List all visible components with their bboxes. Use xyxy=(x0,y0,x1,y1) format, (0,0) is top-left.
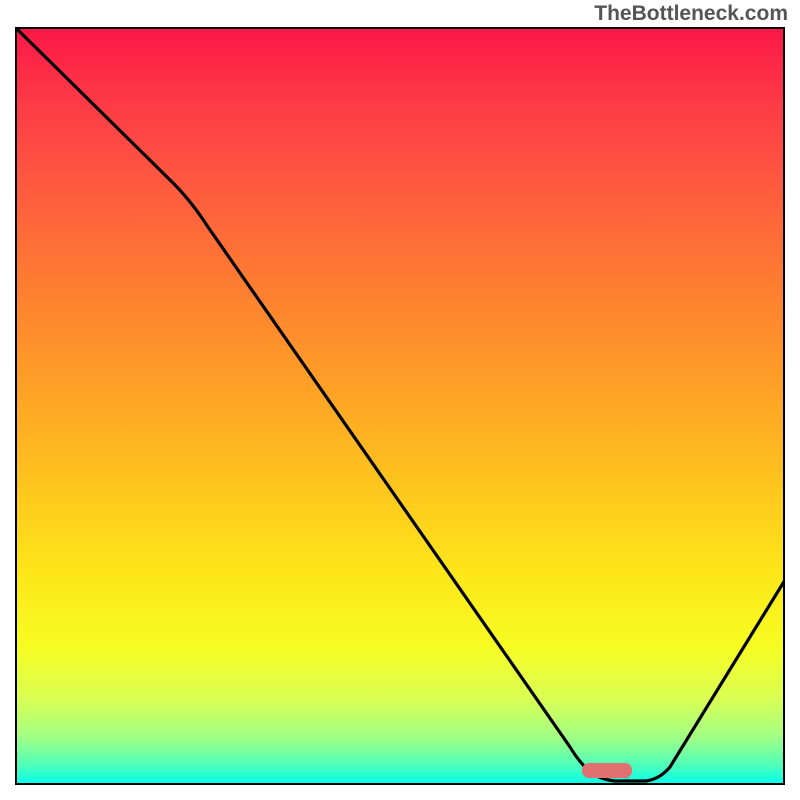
chart-container: TheBottleneck.com xyxy=(0,0,800,800)
chart-area xyxy=(15,27,785,785)
chart-border xyxy=(15,27,785,785)
watermark-text: TheBottleneck.com xyxy=(594,2,788,26)
